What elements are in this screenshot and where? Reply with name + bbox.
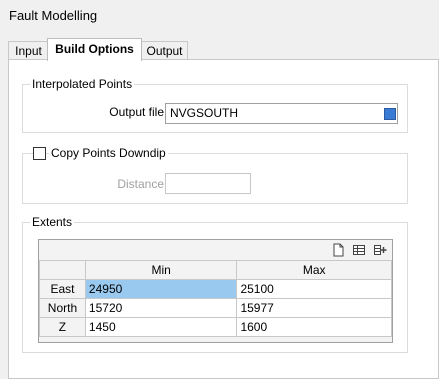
copy-points-label[interactable]: Copy Points Downdip [49,146,168,160]
copy-points-checkbox[interactable] [33,147,46,160]
east-min-cell[interactable]: 24950 [84,279,238,299]
new-document-icon[interactable] [331,243,345,257]
interpolated-points-group: Interpolated Points Output file NVGSOUTH [22,77,408,133]
extents-group: Extents Min Max East 24950 25100 North 1… [22,215,408,353]
distance-input[interactable] [165,173,251,194]
column-header-max[interactable]: Max [236,260,392,280]
output-file-input[interactable]: NVGSOUTH [165,103,398,124]
z-max-cell[interactable]: 1600 [236,317,392,337]
build-options-panel: Interpolated Points Output file NVGSOUTH… [8,59,439,379]
column-header-min[interactable]: Min [84,260,238,280]
row-header-z[interactable]: Z [39,317,86,337]
output-file-label: Output file [109,105,164,119]
north-max-cell[interactable]: 15977 [236,298,392,318]
tab-output[interactable]: Output [141,41,188,60]
extents-grid: Min Max East 24950 25100 North 15720 159… [38,239,393,343]
corner-header [39,260,86,280]
distance-label: Distance [117,177,164,191]
interpolated-points-title: Interpolated Points [30,77,135,91]
extents-title: Extents [30,215,75,229]
tab-input[interactable]: Input [8,41,49,60]
tab-build-options[interactable]: Build Options [47,38,142,61]
copy-points-group: Copy Points Downdip Distance [22,146,408,204]
table-header-row: Min Max [39,260,392,280]
table-row: Z 1450 1600 [39,317,392,337]
browse-file-icon[interactable] [384,108,396,120]
row-header-east[interactable]: East [39,279,86,299]
insert-row-icon[interactable] [373,243,387,257]
north-min-cell[interactable]: 15720 [84,298,238,318]
row-header-north[interactable]: North [39,298,86,318]
table-row: East 24950 25100 [39,279,392,299]
window-title: Fault Modelling [9,8,98,23]
extents-table: Min Max East 24950 25100 North 15720 159… [39,260,392,337]
z-min-cell[interactable]: 1450 [84,317,238,337]
table-row: North 15720 15977 [39,298,392,318]
east-max-cell[interactable]: 25100 [236,279,392,299]
table-view-icon[interactable] [352,243,366,257]
